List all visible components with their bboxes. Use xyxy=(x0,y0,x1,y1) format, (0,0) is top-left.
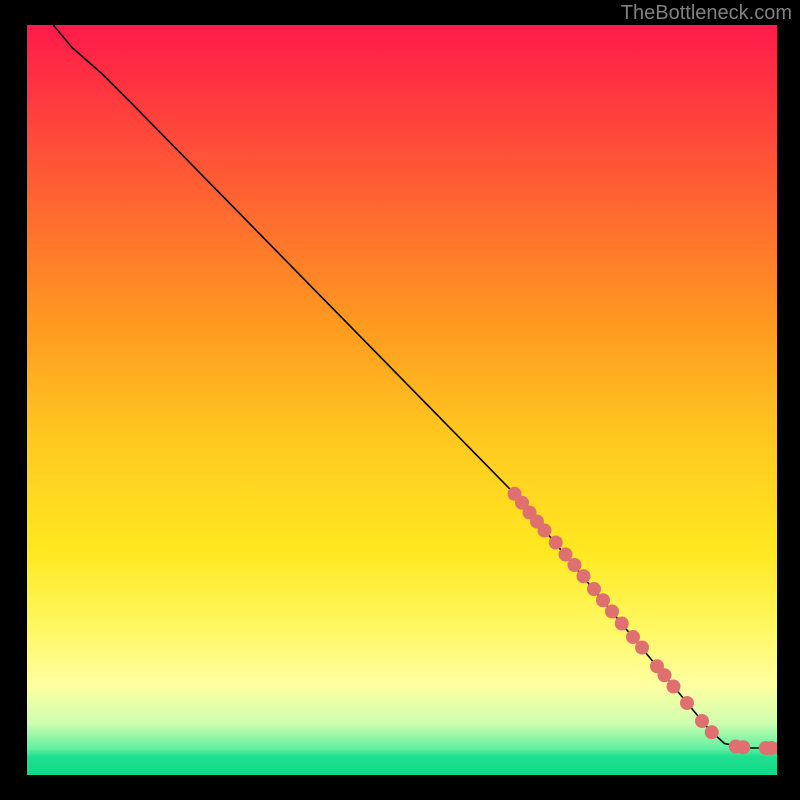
chart-frame: TheBottleneck.com xyxy=(0,0,800,800)
scatter-point xyxy=(577,569,591,583)
watermark-text: TheBottleneck.com xyxy=(621,2,792,25)
scatter-point xyxy=(538,524,552,538)
scatter-point xyxy=(587,582,601,596)
scatter-point xyxy=(736,740,750,754)
scatter-point xyxy=(568,558,582,572)
gradient-background xyxy=(27,25,777,775)
plot-area xyxy=(27,25,777,775)
scatter-point xyxy=(695,714,709,728)
chart-svg xyxy=(27,25,777,775)
scatter-point xyxy=(549,536,563,550)
scatter-point xyxy=(680,696,694,710)
scatter-point xyxy=(605,605,619,619)
scatter-point xyxy=(705,725,719,739)
scatter-point xyxy=(615,617,629,631)
scatter-point xyxy=(635,641,649,655)
scatter-point xyxy=(658,668,672,682)
scatter-point xyxy=(667,680,681,694)
scatter-point xyxy=(596,593,610,607)
